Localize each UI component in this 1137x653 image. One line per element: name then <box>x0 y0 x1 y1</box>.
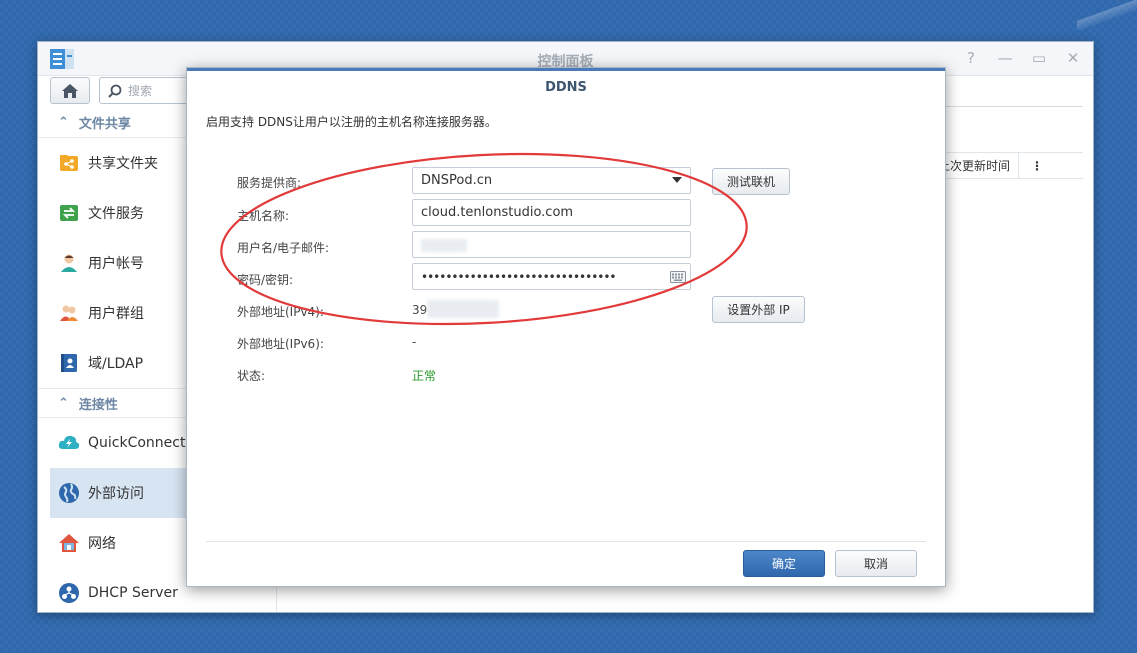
keyboard-icon[interactable] <box>670 271 686 283</box>
home-icon <box>62 83 78 98</box>
ddns-dialog: DDNS 启用支持 DDNS让用户以注册的主机名称连接服务器。 服务提供商: D… <box>186 67 946 587</box>
username-input[interactable] <box>412 231 691 258</box>
sidebar-section-label: 连接性 <box>78 397 118 413</box>
sidebar-item-label: 共享文件夹 <box>88 156 158 172</box>
toolbar: 搜索 <box>50 77 199 104</box>
help-icon[interactable]: ? <box>963 50 979 66</box>
cancel-button[interactable]: 取消 <box>835 550 917 577</box>
maximize-icon[interactable]: ▭ <box>1031 50 1047 66</box>
sidebar-item-label: 网络 <box>88 536 116 552</box>
search-input[interactable]: 搜索 <box>99 77 199 104</box>
sidebar-section-label: 文件共享 <box>78 117 131 132</box>
provider-label: 服务提供商: <box>237 176 302 190</box>
set-external-ip-button[interactable]: 设置外部 IP <box>712 296 805 323</box>
more-options-icon[interactable]: ⋮ <box>1031 159 1043 173</box>
hostname-value: cloud.tenlonstudio.com <box>421 205 574 220</box>
sidebar-item-label: QuickConnect <box>88 435 186 451</box>
quickconnect-icon <box>58 432 80 454</box>
sidebar-item-label: 用户群组 <box>88 306 144 322</box>
minimize-icon[interactable]: — <box>997 50 1013 66</box>
ipv6-value: - <box>412 335 417 349</box>
column-header-last-update[interactable]: 上次更新时间 <box>938 157 1010 174</box>
network-icon <box>58 532 80 554</box>
group-icon <box>58 302 80 324</box>
ipv6-label: 外部地址(IPv6): <box>237 337 324 351</box>
content-divider <box>938 106 1083 107</box>
dialog-title: DDNS <box>545 80 587 95</box>
redacted-ipv4 <box>427 300 499 318</box>
sidebar-item-label: 域/LDAP <box>88 356 144 372</box>
provider-select[interactable]: DNSPod.cn <box>412 167 691 194</box>
chevron-up-icon: ⌃ <box>58 115 69 130</box>
provider-value: DNSPod.cn <box>421 173 493 188</box>
table-header: 上次更新时间 ⋮ <box>938 152 1083 179</box>
password-label: 密码/密钥: <box>237 273 294 287</box>
redacted-username <box>421 239 467 252</box>
window-controls: ? — ▭ ✕ <box>963 50 1081 66</box>
test-connection-button[interactable]: 测试联机 <box>712 168 790 195</box>
desktop-corner-decoration <box>1077 0 1137 30</box>
chevron-up-icon: ⌃ <box>58 395 69 411</box>
ldap-icon <box>58 352 80 374</box>
footer-divider <box>206 541 926 542</box>
ipv4-text: 39 <box>412 303 428 317</box>
hostname-label: 主机名称: <box>237 209 290 223</box>
sidebar-item-label: 文件服务 <box>88 206 144 222</box>
dhcp-icon <box>58 582 80 604</box>
close-icon[interactable]: ✕ <box>1065 50 1081 66</box>
search-placeholder: 搜索 <box>128 84 153 98</box>
hostname-input[interactable]: cloud.tenlonstudio.com <box>412 199 691 226</box>
dialog-description: 启用支持 DDNS让用户以注册的主机名称连接服务器。 <box>206 115 497 129</box>
sidebar-item-label: 外部访问 <box>88 486 144 502</box>
ipv4-value: 39 <box>412 303 427 317</box>
column-separator <box>1018 152 1020 179</box>
status-label: 状态: <box>237 369 266 383</box>
password-value: •••••••••••••••••••••••••••••••• <box>421 269 616 284</box>
search-icon <box>108 84 122 98</box>
home-button[interactable] <box>50 77 90 104</box>
username-label: 用户名/电子邮件: <box>237 241 330 255</box>
password-input[interactable]: •••••••••••••••••••••••••••••••• <box>412 263 691 290</box>
caret-down-icon <box>672 177 682 183</box>
status-value: 正常 <box>412 369 437 383</box>
file-services-icon <box>58 202 80 224</box>
shared-folder-icon <box>58 152 80 174</box>
sidebar-item-label: DHCP Server <box>88 585 178 601</box>
user-icon <box>58 252 80 274</box>
sidebar-item-label: 用户帐号 <box>88 256 144 272</box>
red-annotation-ellipse <box>220 152 748 326</box>
ipv4-label: 外部地址(IPv4): <box>237 305 324 319</box>
globe-icon <box>58 482 80 504</box>
ok-button[interactable]: 确定 <box>743 550 825 577</box>
